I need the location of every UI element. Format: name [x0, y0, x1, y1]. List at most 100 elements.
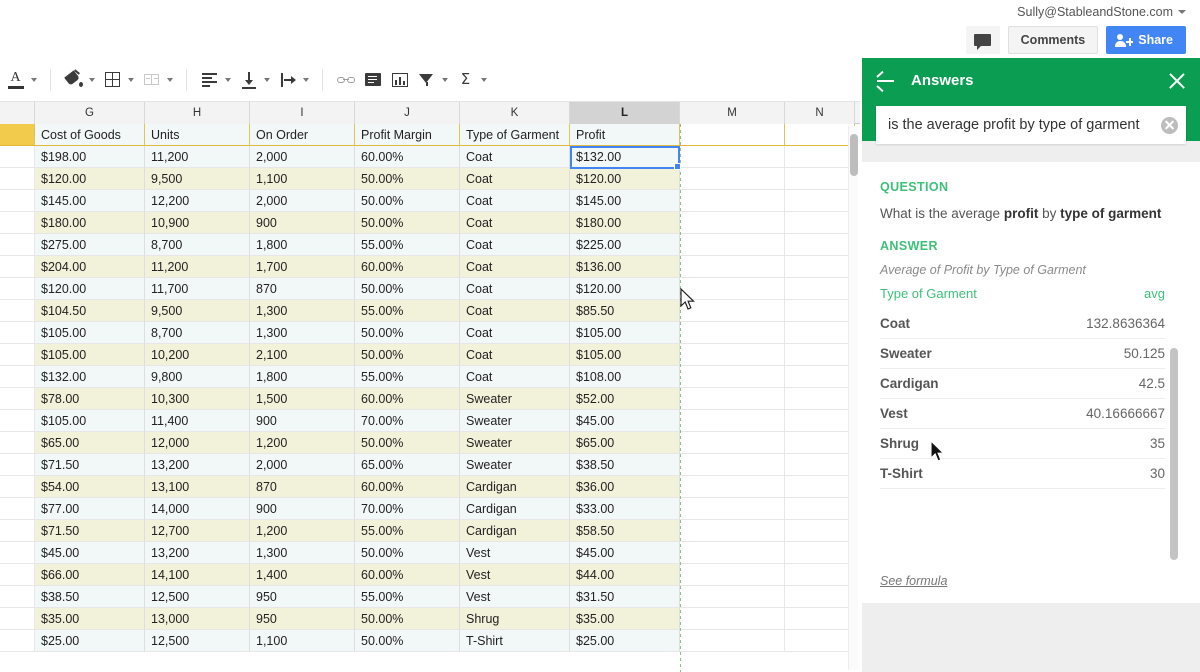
data-cell[interactable]: 50.00% — [355, 344, 460, 366]
data-cell[interactable]: $71.50 — [35, 520, 145, 542]
data-cell[interactable]: 60.00% — [355, 388, 460, 410]
data-cell[interactable] — [680, 344, 785, 366]
data-cell[interactable]: $105.00 — [35, 410, 145, 432]
row-gutter-cell[interactable] — [0, 234, 35, 256]
see-formula-link[interactable]: See formula — [880, 574, 947, 588]
data-cell[interactable]: 2,000 — [250, 146, 355, 168]
row-gutter-cell[interactable] — [0, 498, 35, 520]
data-cell[interactable]: 55.00% — [355, 300, 460, 322]
data-cell[interactable]: $198.00 — [35, 146, 145, 168]
column-header-k[interactable]: K — [460, 102, 570, 124]
data-cell[interactable]: Cardigan — [460, 498, 570, 520]
data-cell[interactable]: $38.50 — [35, 586, 145, 608]
data-cell[interactable]: 50.00% — [355, 168, 460, 190]
data-cell[interactable] — [680, 168, 785, 190]
data-cell[interactable]: $132.00 — [35, 366, 145, 388]
data-cell[interactable]: 1,100 — [250, 168, 355, 190]
data-cell[interactable]: Coat — [460, 146, 570, 168]
data-cell[interactable] — [785, 520, 855, 542]
data-cell[interactable]: 900 — [250, 498, 355, 520]
data-cell[interactable] — [785, 256, 855, 278]
results-scrollbar-thumb[interactable] — [1170, 348, 1178, 560]
data-cell[interactable]: 900 — [250, 410, 355, 432]
data-cell[interactable]: 1,200 — [250, 432, 355, 454]
sheet-vertical-scrollbar[interactable] — [848, 126, 858, 670]
data-cell[interactable]: 1,800 — [250, 366, 355, 388]
merge-cells-button[interactable] — [138, 66, 165, 93]
data-cell[interactable]: $105.00 — [570, 322, 680, 344]
data-cell[interactable]: 10,900 — [145, 212, 250, 234]
data-cell[interactable] — [785, 564, 855, 586]
data-cell[interactable] — [785, 146, 855, 168]
data-cell[interactable] — [680, 234, 785, 256]
row-gutter-cell[interactable] — [0, 432, 35, 454]
data-cell[interactable] — [680, 410, 785, 432]
data-cell[interactable]: Vest — [460, 542, 570, 564]
data-cell[interactable]: $120.00 — [570, 168, 680, 190]
data-cell[interactable]: Shrug — [460, 608, 570, 630]
data-cell[interactable]: $145.00 — [570, 190, 680, 212]
column-header-l[interactable]: L — [570, 102, 680, 124]
data-cell[interactable]: $78.00 — [35, 388, 145, 410]
data-cell[interactable]: 50.00% — [355, 432, 460, 454]
filter-button[interactable] — [413, 66, 440, 93]
data-cell[interactable]: 900 — [250, 212, 355, 234]
column-header-n[interactable]: N — [785, 102, 855, 124]
header-cell[interactable]: Profit — [570, 124, 680, 146]
data-cell[interactable]: 55.00% — [355, 366, 460, 388]
data-cell[interactable]: $65.00 — [35, 432, 145, 454]
data-cell[interactable]: $38.50 — [570, 454, 680, 476]
data-cell[interactable]: 50.00% — [355, 322, 460, 344]
data-cell[interactable]: Coat — [460, 366, 570, 388]
data-cell[interactable]: 9,800 — [145, 366, 250, 388]
data-cell[interactable]: Coat — [460, 322, 570, 344]
column-header-j[interactable]: J — [355, 102, 460, 124]
data-cell[interactable]: 14,000 — [145, 498, 250, 520]
data-cell[interactable]: 12,200 — [145, 190, 250, 212]
data-cell[interactable] — [785, 498, 855, 520]
header-cell[interactable]: Units — [145, 124, 250, 146]
data-cell[interactable]: Sweater — [460, 432, 570, 454]
data-cell[interactable]: $120.00 — [35, 278, 145, 300]
data-cell[interactable]: 1,500 — [250, 388, 355, 410]
data-cell[interactable]: $33.00 — [570, 498, 680, 520]
data-cell[interactable]: 60.00% — [355, 146, 460, 168]
header-cell[interactable] — [785, 124, 855, 146]
data-cell[interactable]: $31.50 — [570, 586, 680, 608]
data-cell[interactable]: Coat — [460, 212, 570, 234]
data-cell[interactable]: Coat — [460, 190, 570, 212]
fill-color-button[interactable] — [60, 66, 87, 93]
data-cell[interactable]: $180.00 — [35, 212, 145, 234]
data-cell[interactable] — [680, 454, 785, 476]
data-cell[interactable]: $65.00 — [570, 432, 680, 454]
row-gutter-cell[interactable] — [0, 212, 35, 234]
data-cell[interactable]: $105.00 — [570, 344, 680, 366]
data-cell[interactable]: $45.00 — [570, 410, 680, 432]
data-cell[interactable]: 950 — [250, 608, 355, 630]
row-gutter-cell[interactable] — [0, 586, 35, 608]
header-cell[interactable]: Cost of Goods — [35, 124, 145, 146]
data-cell[interactable] — [785, 366, 855, 388]
data-cell[interactable] — [680, 256, 785, 278]
horizontal-align-button[interactable] — [196, 66, 223, 93]
data-cell[interactable]: 55.00% — [355, 586, 460, 608]
data-cell[interactable]: 1,200 — [250, 520, 355, 542]
data-cell[interactable]: Sweater — [460, 454, 570, 476]
column-header-h[interactable]: H — [145, 102, 250, 124]
data-cell[interactable]: Sweater — [460, 388, 570, 410]
data-cell[interactable]: 12,500 — [145, 586, 250, 608]
data-cell[interactable]: 65.00% — [355, 454, 460, 476]
data-cell[interactable]: $66.00 — [35, 564, 145, 586]
insert-chart-button[interactable] — [386, 66, 413, 93]
data-cell[interactable]: 1,100 — [250, 630, 355, 652]
data-cell[interactable]: Vest — [460, 564, 570, 586]
row-gutter-cell[interactable] — [0, 388, 35, 410]
insert-comment-button[interactable] — [359, 66, 386, 93]
data-cell[interactable]: 8,700 — [145, 322, 250, 344]
data-cell[interactable]: Coat — [460, 234, 570, 256]
data-cell[interactable]: 60.00% — [355, 476, 460, 498]
data-cell[interactable] — [680, 366, 785, 388]
data-cell[interactable]: $52.00 — [570, 388, 680, 410]
data-cell[interactable]: 2,000 — [250, 454, 355, 476]
data-cell[interactable] — [785, 344, 855, 366]
